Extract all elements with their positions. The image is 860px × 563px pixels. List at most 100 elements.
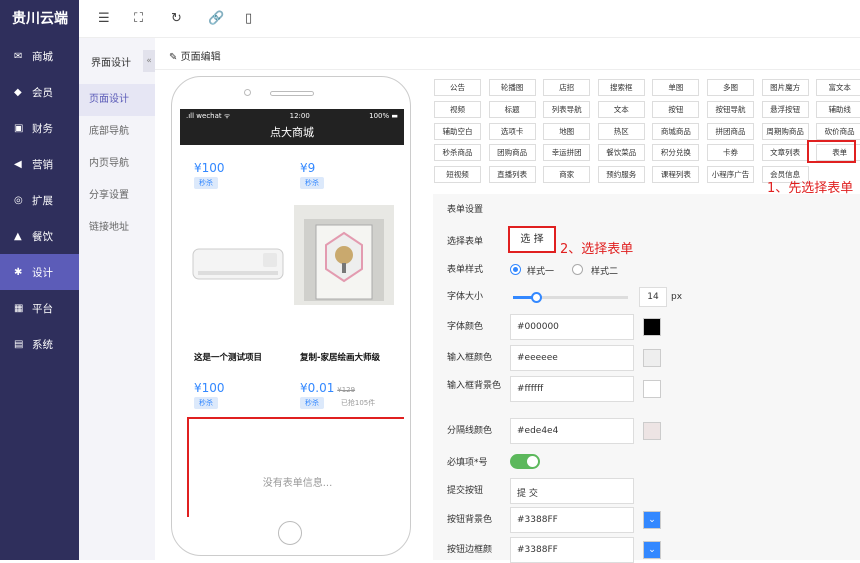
product-card[interactable]: ¥100 秒杀 xyxy=(194,161,225,189)
product-card[interactable]: ¥0.01 ¥129 秒杀 已抢105件 xyxy=(300,381,400,409)
component-button[interactable]: 多图 xyxy=(707,79,754,96)
style-two-label: 样式二 xyxy=(591,267,619,277)
subnav-item[interactable]: 底部导航 xyxy=(79,116,155,148)
required-asterisk-label: 必填项*号 xyxy=(447,458,488,468)
component-button[interactable]: 辅助线 xyxy=(816,100,860,118)
button-border-color-swatch[interactable]: ⌄ xyxy=(643,541,661,559)
font-size-input[interactable]: 14 xyxy=(639,287,667,307)
fullscreen-icon[interactable]: ⛶ xyxy=(134,11,143,26)
sidebar-item[interactable]: ◀ 营销 xyxy=(0,146,79,182)
component-button[interactable]: 公告 xyxy=(434,79,481,96)
required-asterisk-toggle[interactable] xyxy=(510,454,540,469)
component-button[interactable]: 搜索框 xyxy=(597,79,645,96)
component-button[interactable]: 短视频 xyxy=(434,166,481,184)
form-placeholder[interactable]: 没有表单信息... xyxy=(187,417,404,517)
style-two-radio[interactable] xyxy=(572,264,583,275)
editor-title: 页面编辑 xyxy=(180,52,221,63)
product-image-ac[interactable] xyxy=(188,205,288,305)
speaker-icon xyxy=(270,91,314,96)
input-bg-color-label: 输入框背景色 xyxy=(447,381,502,391)
form-settings-panel: 表单设置 选择表单 选 择 2、选择表单 表单样式 样式一 样式二 字体大小 1… xyxy=(433,194,860,563)
font-color-input[interactable]: #000000 xyxy=(510,314,634,340)
input-border-color-swatch[interactable] xyxy=(643,349,661,367)
component-button[interactable]: 选项卡 xyxy=(488,122,536,140)
sidebar-item[interactable]: ✱ 设计 xyxy=(0,254,79,290)
select-form-button[interactable]: 选 择 xyxy=(508,226,556,253)
component-button[interactable]: 单图 xyxy=(652,79,700,96)
sidebar-item-label: 扩展 xyxy=(32,194,53,207)
input-bg-color-swatch[interactable] xyxy=(643,380,661,398)
refresh-icon[interactable]: ↻ xyxy=(171,11,182,26)
component-button[interactable]: 小程序广告 xyxy=(707,166,754,184)
component-button[interactable]: 地图 xyxy=(543,122,591,140)
component-button[interactable]: 直播列表 xyxy=(488,166,536,184)
divider-color-input[interactable]: #ede4e4 xyxy=(510,418,634,444)
component-button[interactable]: 团购商品 xyxy=(488,144,536,162)
font-size-slider[interactable] xyxy=(513,292,628,303)
subnav-item[interactable]: 链接地址 xyxy=(79,212,155,244)
input-border-color-input[interactable]: #eeeeee xyxy=(510,345,634,371)
sidebar-item[interactable]: ✉ 商城 xyxy=(0,38,79,74)
component-button[interactable]: 秒杀商品 xyxy=(434,144,481,162)
component-button[interactable]: 预约服务 xyxy=(597,166,645,184)
sidebar-item[interactable]: ▣ 财务 xyxy=(0,110,79,146)
product-image-painting[interactable] xyxy=(294,205,394,305)
component-button[interactable]: 课程列表 xyxy=(652,166,700,184)
divider-color-swatch[interactable] xyxy=(643,422,661,440)
component-button[interactable]: 图片魔方 xyxy=(761,79,809,96)
component-button[interactable]: 富文本 xyxy=(816,79,860,96)
slider-handle[interactable] xyxy=(531,292,542,303)
component-button[interactable]: 店招 xyxy=(543,79,591,96)
submit-button-text-input[interactable]: 提 交 xyxy=(510,478,634,504)
flash-sale-badge: 秒杀 xyxy=(300,397,324,409)
product-price: ¥0.01 xyxy=(300,381,335,395)
component-button[interactable]: 列表导航 xyxy=(543,100,591,118)
product-card[interactable]: ¥100 秒杀 xyxy=(194,381,225,409)
subnav-item[interactable]: 页面设计 xyxy=(79,84,155,116)
component-button[interactable]: 商城商品 xyxy=(652,122,700,140)
subnav-item[interactable]: 内页导航 xyxy=(79,148,155,180)
brand-logo: 贵川云端 xyxy=(12,11,68,27)
link-icon[interactable]: 🔗 xyxy=(208,11,224,26)
component-button[interactable]: 热区 xyxy=(597,122,645,140)
component-button[interactable]: 砍价商品 xyxy=(816,122,860,140)
sidebar-item[interactable]: ▤ 系统 xyxy=(0,326,79,362)
style-one-radio[interactable] xyxy=(510,264,521,275)
component-button[interactable]: 周期购商品 xyxy=(761,122,809,140)
divider-color-label: 分隔线颜色 xyxy=(447,426,493,436)
nav-icon: ✱ xyxy=(14,266,23,278)
button-border-color-input[interactable]: #3388FF xyxy=(510,537,634,563)
component-button[interactable]: 按钮导航 xyxy=(707,100,754,118)
menu-toggle-icon[interactable]: ☰ xyxy=(98,11,110,26)
product-card[interactable]: ¥9 秒杀 xyxy=(300,161,324,189)
component-button[interactable]: 卡券 xyxy=(707,144,754,162)
input-bg-color-input[interactable]: #ffffff xyxy=(510,376,634,402)
sidebar-item[interactable]: ▲ 餐饮 xyxy=(0,218,79,254)
sidebar-item[interactable]: ◎ 扩展 xyxy=(0,182,79,218)
component-button[interactable]: 视频 xyxy=(434,100,481,118)
component-button[interactable]: 按钮 xyxy=(652,100,700,118)
camera-icon xyxy=(244,89,251,96)
component-button[interactable]: 悬浮按钮 xyxy=(761,100,809,118)
component-button[interactable]: 辅助空白 xyxy=(434,122,481,140)
mobile-preview-icon[interactable]: ▯ xyxy=(245,11,252,26)
sidebar-item[interactable]: ◆ 会员 xyxy=(0,74,79,110)
component-button[interactable]: 餐饮菜品 xyxy=(597,144,645,162)
sidebar-item[interactable]: ▦ 平台 xyxy=(0,290,79,326)
sidebar-item-label: 餐饮 xyxy=(32,230,53,243)
component-button[interactable]: 积分兑换 xyxy=(652,144,700,162)
collapse-icon[interactable]: « xyxy=(143,50,155,72)
font-size-unit: px xyxy=(671,292,683,302)
component-button[interactable]: 标题 xyxy=(488,100,536,118)
button-bg-color-swatch[interactable]: ⌄ xyxy=(643,511,661,529)
component-button[interactable]: 拼团商品 xyxy=(707,122,754,140)
component-button[interactable]: 文本 xyxy=(597,100,645,118)
subnav-item[interactable]: 分享设置 xyxy=(79,180,155,212)
button-bg-color-input[interactable]: #3388FF xyxy=(510,507,634,533)
font-color-swatch[interactable] xyxy=(643,318,661,336)
component-button[interactable]: 幸运拼团 xyxy=(543,144,591,162)
component-button[interactable]: 文章列表 xyxy=(761,144,809,162)
component-button[interactable]: 商家 xyxy=(543,166,591,184)
component-button[interactable]: 轮播图 xyxy=(488,79,536,96)
original-price: ¥129 xyxy=(337,386,356,394)
